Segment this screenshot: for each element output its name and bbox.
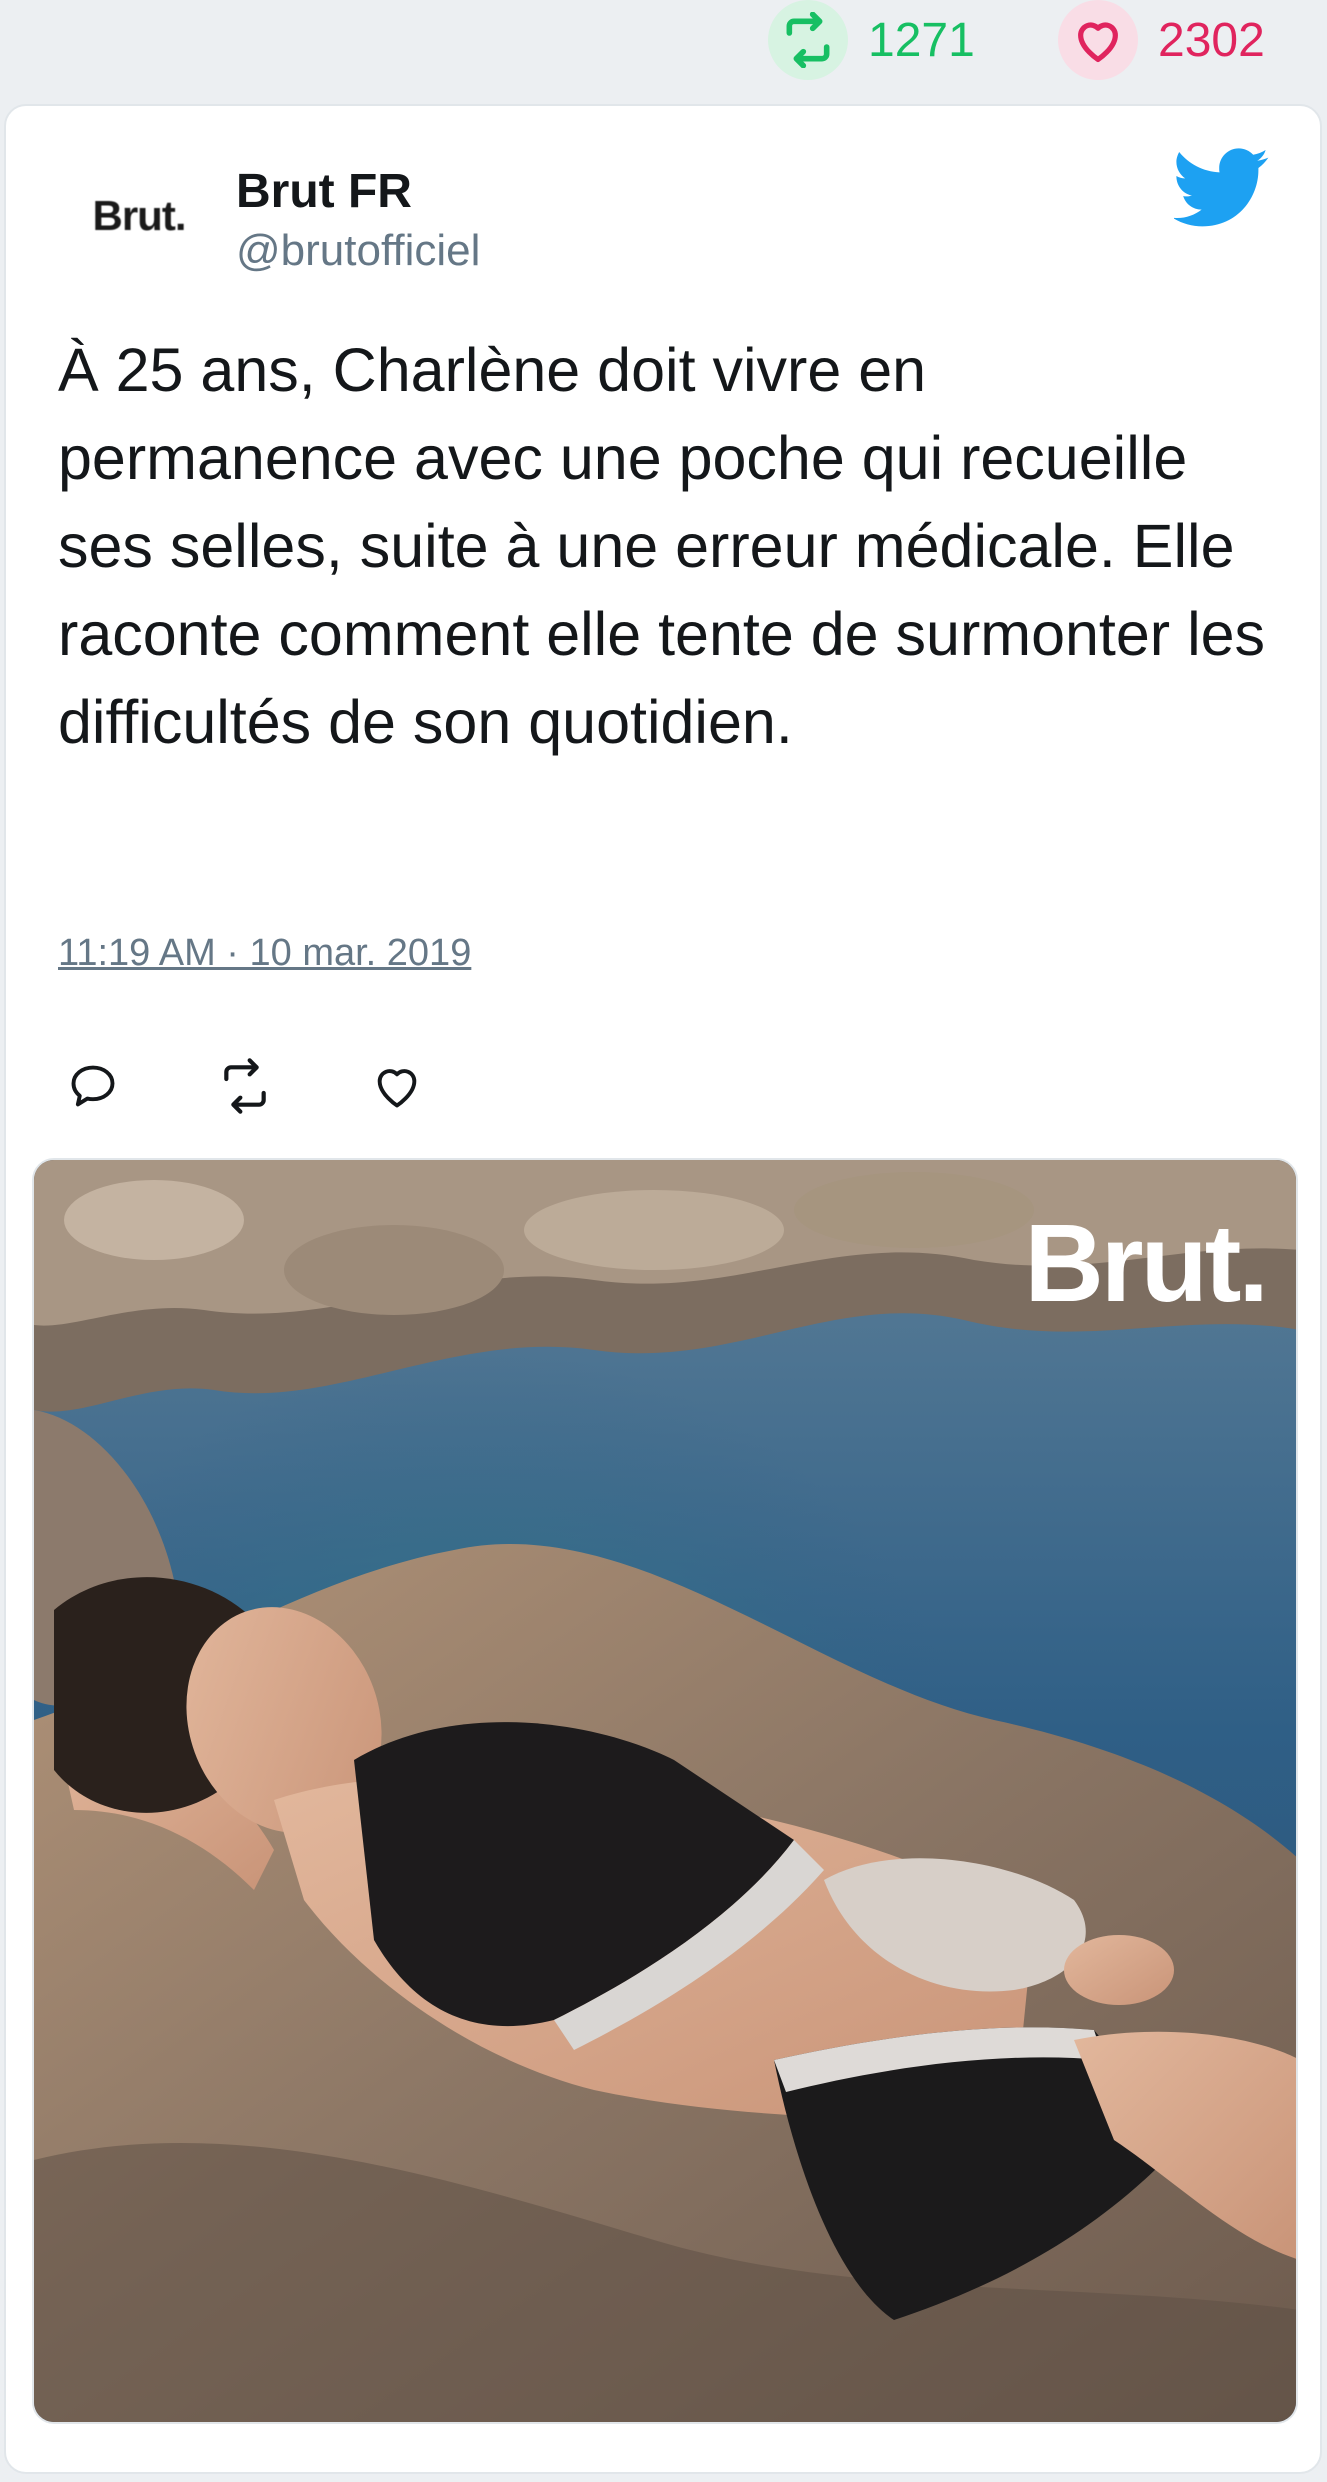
tweet-card: Brut. Brut FR @brutofficiel À 25 ans, Ch… [4, 104, 1322, 2474]
avatar[interactable]: Brut. [64, 166, 214, 266]
reply-icon[interactable] [58, 1051, 128, 1121]
twitter-bird-icon[interactable] [1172, 148, 1270, 228]
media-brand-watermark: Brut. [1024, 1202, 1269, 1325]
retweet-action-icon[interactable] [210, 1051, 280, 1121]
like-count: 2302 [1158, 13, 1265, 67]
tweet-media-image[interactable]: Brut. [32, 1158, 1298, 2424]
retweet-stat[interactable]: 1271 [768, 0, 975, 80]
retweet-count: 1271 [868, 13, 975, 67]
heart-icon [1058, 0, 1138, 80]
like-action-icon[interactable] [362, 1051, 432, 1121]
author-name[interactable]: Brut FR [236, 164, 412, 219]
avatar-logo-text: Brut. [92, 192, 187, 239]
tweet-text: À 25 ans, Charlène doit vivre en permane… [58, 336, 1266, 756]
engagement-stats: 1271 2302 [0, 0, 1327, 100]
tweet-timestamp[interactable]: 11:19 AM · 10 mar. 2019 [58, 932, 471, 975]
like-stat[interactable]: 2302 [1058, 0, 1265, 80]
author-handle[interactable]: @brutofficiel [236, 226, 480, 276]
retweet-icon [768, 0, 848, 80]
media-photo [34, 1160, 1296, 2422]
tweet-actions [58, 1051, 514, 1121]
